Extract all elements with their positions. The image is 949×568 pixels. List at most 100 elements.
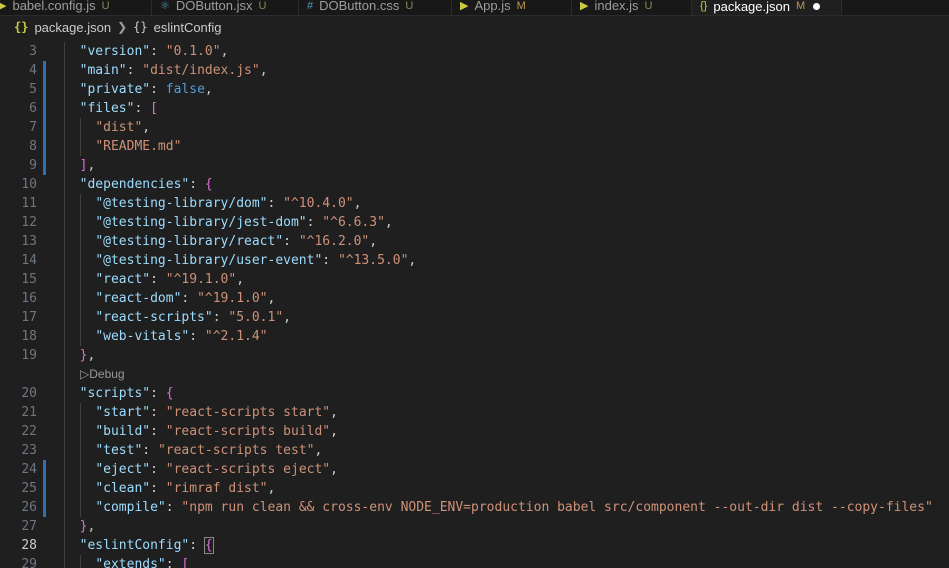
json-file-icon: {} <box>700 0 708 12</box>
line-number: 14 <box>21 253 37 268</box>
code-line[interactable]: 22 "build": "react-scripts build", <box>0 422 949 441</box>
debug-codelens[interactable]: ▷Debug <box>80 365 125 384</box>
code-line[interactable]: 4 "main": "dist/index.js", <box>0 61 949 80</box>
git-modified-marker[interactable] <box>43 118 46 137</box>
git-modified-marker[interactable] <box>43 137 46 156</box>
code-line[interactable]: 11 "@testing-library/dom": "^10.4.0", <box>0 194 949 213</box>
tab-label: babel.config.js <box>12 0 96 13</box>
code-text: "@testing-library/jest-dom": "^6.6.3", <box>64 213 392 232</box>
code-line[interactable]: 18 "web-vitals": "^2.1.4" <box>0 327 949 346</box>
code-token: "test" <box>95 443 143 458</box>
code-token: "0.1.0" <box>165 44 221 59</box>
code-line[interactable]: 28 "eslintConfig": { <box>0 536 949 555</box>
code-token: : <box>165 557 182 568</box>
line-number: 11 <box>21 196 37 211</box>
code-token: "@testing-library/react" <box>95 234 284 249</box>
code-token: [ <box>150 101 158 116</box>
code-line[interactable]: 12 "@testing-library/jest-dom": "^6.6.3"… <box>0 213 949 232</box>
chevron-right-icon: ❯ <box>117 20 128 34</box>
code-token: "README.md" <box>95 139 182 154</box>
code-line[interactable]: 17 "react-scripts": "5.0.1", <box>0 308 949 327</box>
code-line[interactable]: 8 "README.md" <box>0 137 949 156</box>
code-token: "eject" <box>95 462 151 477</box>
line-number: 15 <box>21 272 37 287</box>
code-token: : <box>212 310 229 325</box>
code-token: "^2.1.4" <box>204 329 268 344</box>
code-token: "files" <box>79 101 135 116</box>
code-line[interactable]: 29 "extends": [ <box>0 555 949 568</box>
debug-play-icon: ▷ <box>80 367 90 381</box>
code-line[interactable]: 10 "dependencies": { <box>0 175 949 194</box>
code-token: : <box>142 443 158 458</box>
code-line[interactable]: 5 "private": false, <box>0 80 949 99</box>
code-line[interactable]: 20 "scripts": { <box>0 384 949 403</box>
code-line[interactable]: 25 "clean": "rimraf dist", <box>0 479 949 498</box>
code-token: "react-scripts test" <box>157 443 315 458</box>
code-line[interactable]: 21 "start": "react-scripts start", <box>0 403 949 422</box>
tab-dobutton-css[interactable]: # DOButton.css U <box>299 0 452 15</box>
code-text: "README.md" <box>64 137 181 156</box>
code-token: "@testing-library/dom" <box>95 196 268 211</box>
line-number: 9 <box>29 158 37 173</box>
git-modified-marker[interactable] <box>43 61 46 80</box>
line-number: 17 <box>21 310 37 325</box>
git-modified-marker[interactable] <box>43 156 46 175</box>
code-token: "^16.2.0" <box>298 234 370 249</box>
code-token: "eslintConfig" <box>79 538 190 553</box>
line-number: 8 <box>29 139 37 154</box>
git-modified-marker[interactable] <box>43 460 46 479</box>
code-token: "@testing-library/user-event" <box>95 253 323 268</box>
line-number: 13 <box>21 234 37 249</box>
code-line[interactable]: 23 "test": "react-scripts test", <box>0 441 949 460</box>
code-line[interactable]: 7 "dist", <box>0 118 949 137</box>
code-line[interactable]: 27 }, <box>0 517 949 536</box>
code-token: : <box>283 234 299 249</box>
code-line[interactable]: 14 "@testing-library/user-event": "^13.5… <box>0 251 949 270</box>
code-line[interactable]: 9 ], <box>0 156 949 175</box>
tab-package-json[interactable]: {} package.json M <box>692 0 842 15</box>
code-text: "react-scripts": "5.0.1", <box>64 308 291 327</box>
git-modified-marker[interactable] <box>43 80 46 99</box>
code-line[interactable]: 13 "@testing-library/react": "^16.2.0", <box>0 232 949 251</box>
code-editor[interactable]: 3 "version": "0.1.0", 4 "main": "dist/ind… <box>0 40 949 568</box>
code-text: "@testing-library/react": "^16.2.0", <box>64 232 377 251</box>
code-line[interactable]: 6 "files": [ <box>0 99 949 118</box>
code-token: "^10.4.0" <box>283 196 354 211</box>
codelens-row[interactable]: ▷Debug <box>0 365 949 384</box>
code-token: false <box>165 82 205 97</box>
unsaved-dot-icon[interactable] <box>813 2 821 10</box>
breadcrumb-symbol[interactable]: eslintConfig <box>154 20 222 35</box>
tab-dobutton-jsx[interactable]: ⚛ DOButton.jsx U <box>152 0 299 15</box>
code-text: "web-vitals": "^2.1.4" <box>64 327 268 346</box>
git-modified-marker[interactable] <box>43 99 46 118</box>
code-token: : <box>126 63 143 78</box>
tab-babel-config-js[interactable]: ▶ babel.config.js U <box>0 0 152 15</box>
code-token: "build" <box>95 424 151 439</box>
breadcrumb-file[interactable]: package.json <box>34 20 111 35</box>
code-line[interactable]: 26 "compile": "npm run clean && cross-en… <box>0 498 949 517</box>
code-token: "react-scripts eject" <box>165 462 331 477</box>
line-number: 28 <box>21 538 37 553</box>
code-line[interactable]: 19 }, <box>0 346 949 365</box>
code-line[interactable]: 24 "eject": "react-scripts eject", <box>0 460 949 479</box>
git-modified-marker[interactable] <box>43 479 46 498</box>
tab-index-js[interactable]: ▶ index.js U <box>572 0 692 15</box>
code-token: "scripts" <box>79 386 151 401</box>
code-token: "dist" <box>95 120 143 135</box>
tab-app-js[interactable]: ▶ App.js M <box>452 0 572 15</box>
code-text: ], <box>64 156 96 175</box>
json-file-icon: {} <box>14 20 29 34</box>
code-line[interactable]: 16 "react-dom": "^19.1.0", <box>0 289 949 308</box>
code-line[interactable]: 15 "react": "^19.1.0", <box>0 270 949 289</box>
code-line[interactable]: 3 "version": "0.1.0", <box>0 42 949 61</box>
code-token: : <box>150 405 166 420</box>
line-number: 6 <box>29 101 37 116</box>
code-text: "files": [ <box>64 99 158 118</box>
git-modified-marker[interactable] <box>43 498 46 517</box>
